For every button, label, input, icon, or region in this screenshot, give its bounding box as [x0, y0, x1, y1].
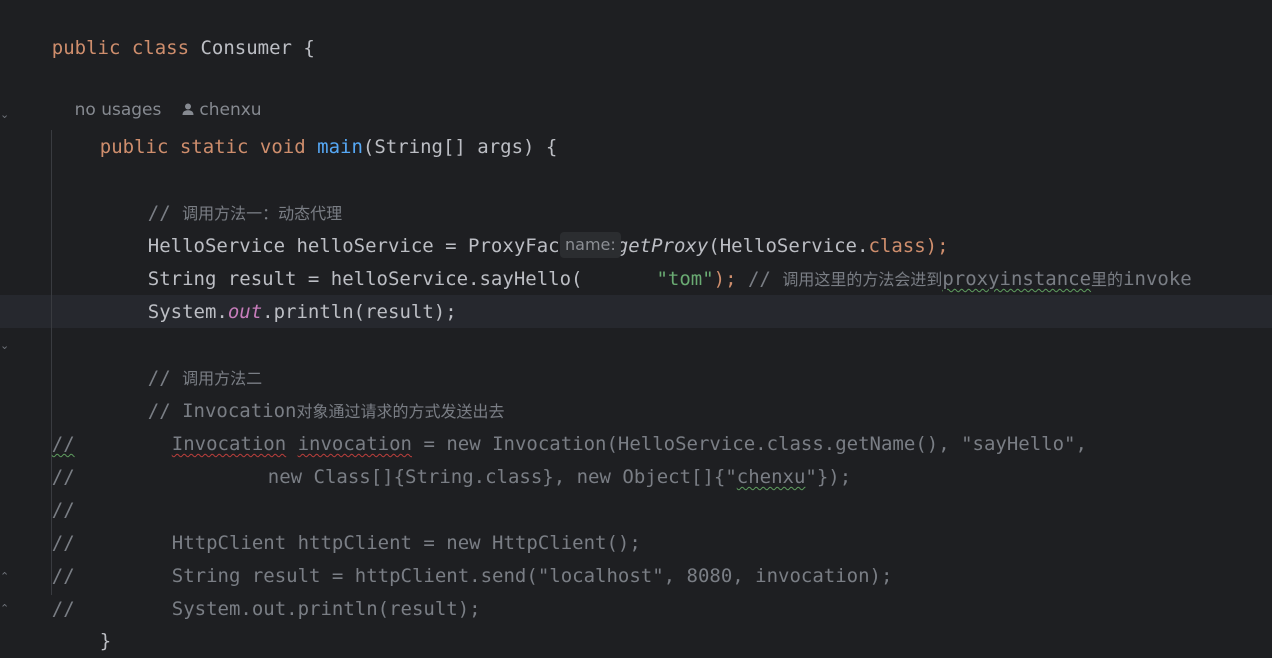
code-line-println[interactable]: System.out.println(result);	[102, 263, 1272, 323]
code-text: System.	[147, 301, 228, 323]
code-line-comment[interactable]: // 调用方法二	[102, 329, 1272, 389]
params: (String[] args) {	[362, 136, 558, 158]
static-field: out	[227, 301, 263, 323]
fold-marker-icon[interactable]: ⌄	[0, 329, 9, 362]
code-line-commented-body[interactable]: System.out.println(result);	[126, 560, 1272, 620]
code-vision-hints[interactable]: no usages chenxu	[53, 68, 262, 120]
code-line-commented[interactable]: //	[6, 461, 1272, 521]
code-line-commented-body[interactable]: Invocation invocation = new Invocation(H…	[126, 395, 1272, 455]
method-name: main	[317, 136, 363, 158]
parameter-name-hint: name:	[560, 232, 621, 258]
code-line-close-class[interactable]: }	[6, 625, 1272, 658]
code-line-close-method[interactable]: }	[54, 592, 1272, 652]
keyword: public static void	[99, 136, 306, 158]
code-line-commented-body[interactable]: HttpClient httpClient = new HttpClient()…	[126, 494, 1272, 554]
code-editor[interactable]: ⌄ ⌄ ⌃ ⌃ public class Consumer { no usage…	[0, 0, 1272, 658]
code-line-comment[interactable]: // 调用方法一：动态代理	[102, 164, 1272, 224]
code-line-class-decl[interactable]: public class Consumer {	[6, 0, 1272, 59]
code-line-say-hello[interactable]: String result = helloService.sayHello("t…	[102, 230, 1272, 290]
code-line-commented-body[interactable]: new Class[]{String.class}, new Object[]{…	[222, 428, 1272, 488]
code-line-commented-body[interactable]: String result = httpClient.send("localho…	[126, 527, 1272, 587]
code-line-main-decl[interactable]: public static void main(String[] args) {	[54, 98, 1272, 158]
code-line-comment[interactable]: // Invocation对象通过请求的方式发送出去	[102, 362, 1272, 422]
code-text: .println(result);	[262, 301, 457, 323]
fold-marker-icon[interactable]: ⌄	[0, 98, 9, 131]
class-name: Consumer {	[189, 37, 315, 59]
code-line-get-proxy[interactable]: HelloService helloService = ProxyFactory…	[102, 197, 1272, 257]
keyword: public class	[51, 37, 190, 59]
